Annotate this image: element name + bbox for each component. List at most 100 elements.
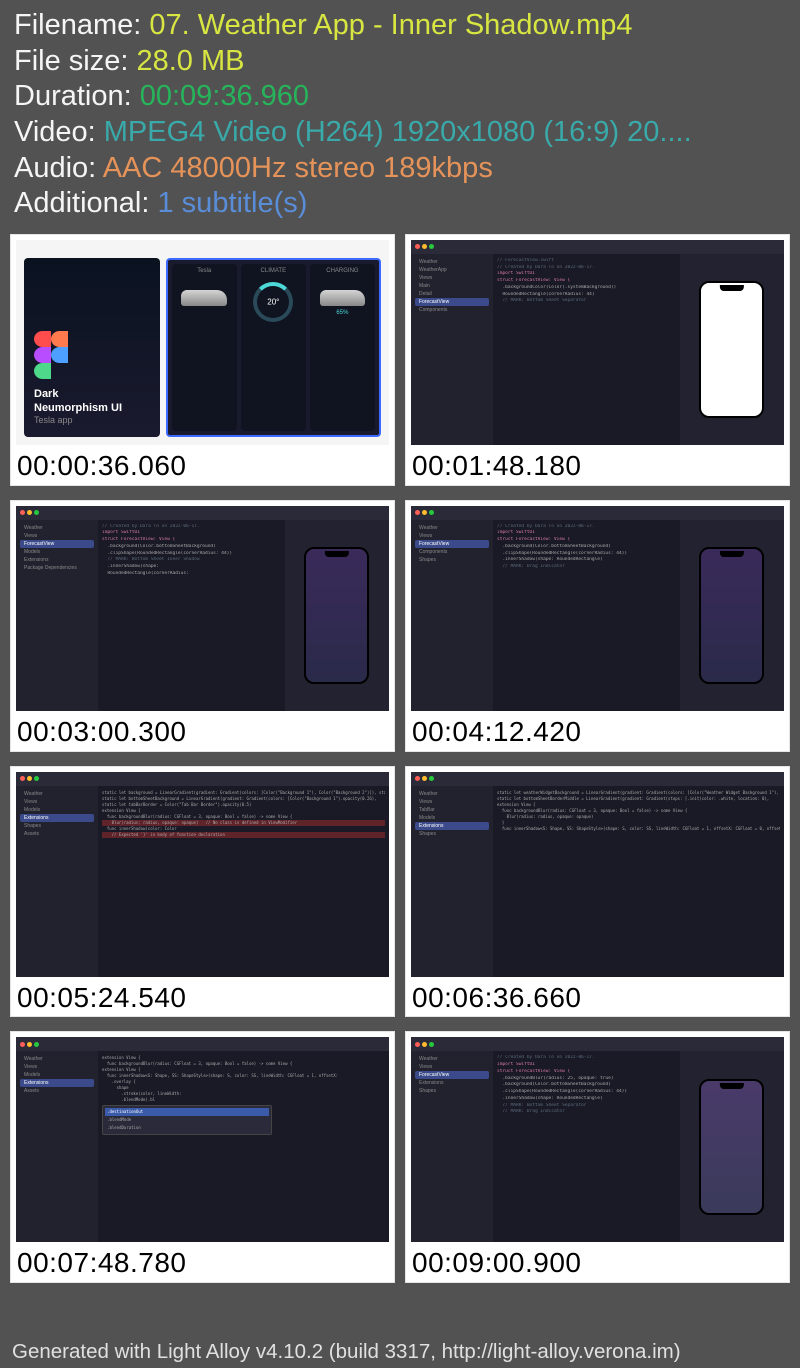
thumbnail-grid: Dark Neumorphism UI Tesla app Tesla CLIM… xyxy=(0,226,800,1283)
thumbnail-timestamp: 00:06:36.660 xyxy=(406,982,789,1017)
charging-label: CHARGING xyxy=(314,268,371,274)
thumbnail-xcode: Weather Views Models Extensions Shapes A… xyxy=(16,772,389,977)
autocomplete-popup: .destinationOut .blendMode .blendDuratio… xyxy=(102,1105,272,1135)
xcode-toolbar xyxy=(411,506,784,520)
code-line: // Created by Dara To on 2022-06-17. xyxy=(497,524,676,531)
code-line: static let weatherWidgetBackground = Lin… xyxy=(497,790,780,796)
sidebar-item: TabBar xyxy=(415,806,489,814)
code-line: // MARK: Bottom Sheet Separator xyxy=(497,298,676,305)
sidebar-item: Models xyxy=(20,806,94,814)
sidebar-item-selected: Extensions xyxy=(415,822,489,830)
xcode-editor: // ForecastView.swift // Created by Dara… xyxy=(493,254,680,445)
xcode-navigator: Weather Views Models Extensions Assets xyxy=(16,1051,98,1242)
filename-label: Filename: xyxy=(14,9,149,41)
additional-label: Additional: xyxy=(14,187,158,219)
figma-screens-panel: Tesla CLIMATE CHARGING 65% xyxy=(166,258,381,437)
filesize-value: 28.0 MB xyxy=(136,45,244,77)
xcode-preview-panel xyxy=(285,520,389,711)
xcode-navigator: Weather Views ForecastView Models Extens… xyxy=(16,520,98,711)
close-icon xyxy=(415,244,420,249)
sidebar-item: Extensions xyxy=(20,556,94,564)
close-icon xyxy=(20,510,25,515)
notch-icon xyxy=(720,285,744,291)
sidebar-item: Weather xyxy=(20,1055,94,1063)
thumbnail-cell: Weather Views ForecastView Models Extens… xyxy=(10,500,395,752)
notch-icon xyxy=(720,551,744,557)
sidebar-item: Views xyxy=(20,798,94,806)
code-line: // Created by Dara To on 2022-06-17. xyxy=(497,265,676,272)
duration-label: Duration: xyxy=(14,80,140,112)
code-line: static let bottomSheetBorderMiddle = Lin… xyxy=(497,796,780,802)
code-line: RoundedRectangle(cornerRadius: 44) xyxy=(497,292,676,299)
thumbnail-frame: Weather WeatherApp Views Main Detail For… xyxy=(406,235,789,450)
temperature-ring-icon xyxy=(253,282,293,322)
xcode-editor: // Created by Dara To on 2022-06-17. imp… xyxy=(98,520,285,711)
xcode-navigator: Weather Views ForecastView Components Sh… xyxy=(411,520,493,711)
phone-preview xyxy=(699,1079,764,1216)
thumbnail-frame: Dark Neumorphism UI Tesla app Tesla CLIM… xyxy=(11,235,394,450)
thumbnail-cell: Weather Views TabBar Models Extensions S… xyxy=(405,766,790,1018)
thumbnail-xcode: Weather Views Models Extensions Assets e… xyxy=(16,1037,389,1242)
code-line: // MARK: Bottom Sheet Separator xyxy=(497,1103,676,1110)
code-line: // Created by Dara To on 2022-06-17. xyxy=(497,1055,676,1062)
maximize-icon xyxy=(429,776,434,781)
thumbnail-cell: Dark Neumorphism UI Tesla app Tesla CLIM… xyxy=(10,234,395,486)
sidebar-item: Detail xyxy=(415,290,489,298)
code-line: static let background = LinearGradient(g… xyxy=(102,790,385,796)
code-line: // Created by Dara To on 2022-06-17. xyxy=(102,524,281,531)
code-line: RoundedRectangle(cornerRadius: xyxy=(102,571,281,578)
autocomplete-item: .blendDuration xyxy=(105,1124,269,1132)
xcode-toolbar xyxy=(411,772,784,786)
code-line: .background(Color.bottomSheetBackground) xyxy=(102,544,281,551)
thumbnail-frame: Weather Views ForecastView Models Extens… xyxy=(11,501,394,716)
maximize-icon xyxy=(34,1042,39,1047)
maximize-icon xyxy=(34,510,39,515)
autocomplete-item: .destinationOut xyxy=(105,1108,269,1116)
duration-row: Duration: 00:09:36.960 xyxy=(14,79,786,115)
minimize-icon xyxy=(27,1042,32,1047)
maximize-icon xyxy=(429,510,434,515)
code-line: // ForecastView.swift xyxy=(497,258,676,265)
code-line: func innerShadow<S: Shape, SS: ShapeStyl… xyxy=(497,826,780,832)
thumbnail-frame: Weather Views ForecastView Extensions Sh… xyxy=(406,1032,789,1247)
sidebar-item: Shapes xyxy=(20,822,94,830)
phone-preview xyxy=(304,547,369,684)
code-line: .innerShadow(shape: RoundedRectangle( xyxy=(497,1096,676,1103)
xcode-preview-panel xyxy=(680,1051,784,1242)
additional-row: Additional: 1 subtitle(s) xyxy=(14,186,786,222)
figma-subtitle: Tesla app xyxy=(34,415,150,427)
thumbnail-timestamp: 00:03:00.300 xyxy=(11,716,394,751)
xcode-editor: // Created by Dara To on 2022-06-17. imp… xyxy=(493,520,680,711)
maximize-icon xyxy=(34,776,39,781)
maximize-icon xyxy=(429,1042,434,1047)
thumbnail-figma-design: Dark Neumorphism UI Tesla app Tesla CLIM… xyxy=(16,240,389,445)
sidebar-item: Views xyxy=(415,532,489,540)
figma-title-line1: Dark xyxy=(34,387,150,401)
close-icon xyxy=(20,1042,25,1047)
xcode-navigator: Weather WeatherApp Views Main Detail For… xyxy=(411,254,493,445)
figma-screen-car: Tesla xyxy=(172,264,237,431)
thumbnail-frame: Weather Views Models Extensions Shapes A… xyxy=(11,767,394,982)
thumbnail-xcode: Weather Views ForecastView Components Sh… xyxy=(411,506,784,711)
code-line: .innerShadow(shape: xyxy=(102,564,281,571)
sidebar-item-selected: ForecastView xyxy=(415,540,489,548)
sidebar-item: Models xyxy=(20,548,94,556)
phone-preview xyxy=(699,281,764,418)
sidebar-item: Weather xyxy=(415,524,489,532)
code-line: .blendMode(.bl xyxy=(102,1097,385,1103)
thumbnail-cell: Weather Views Models Extensions Assets e… xyxy=(10,1031,395,1283)
duration-value: 00:09:36.960 xyxy=(140,80,309,112)
code-line: .clipShape(RoundedRectangle(cornerRadius… xyxy=(102,551,281,558)
sidebar-item-selected: Extensions xyxy=(20,814,94,822)
xcode-toolbar xyxy=(16,1037,389,1051)
car-icon xyxy=(320,290,366,306)
filesize-label: File size: xyxy=(14,45,136,77)
code-error-line: // Expected '}' in body of function decl… xyxy=(102,832,385,838)
sidebar-item: Shapes xyxy=(415,1087,489,1095)
code-struct: struct ForecastView: View { xyxy=(102,537,175,542)
code-import: import SwiftUI xyxy=(497,530,535,535)
sidebar-item: Components xyxy=(415,306,489,314)
sidebar-item: Package Dependencies xyxy=(20,564,94,572)
maximize-icon xyxy=(429,244,434,249)
xcode-editor: static let background = LinearGradient(g… xyxy=(98,786,389,977)
